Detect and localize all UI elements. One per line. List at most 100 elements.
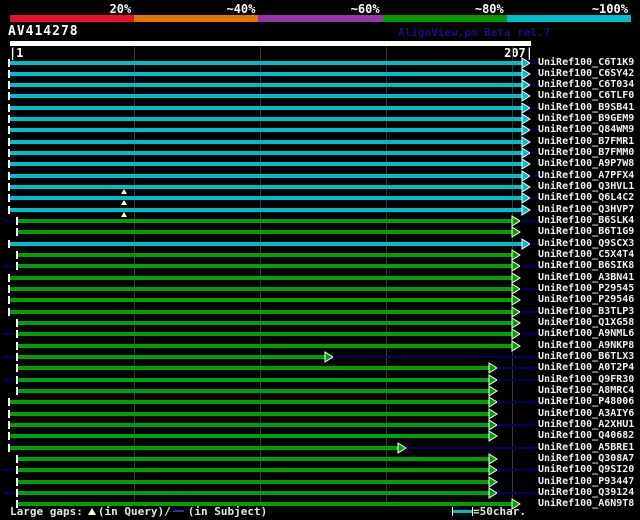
- alignment-bar[interactable]: [18, 253, 512, 258]
- alignment-bar[interactable]: [10, 287, 512, 292]
- alignment-bar[interactable]: [18, 457, 489, 462]
- alignment-bar[interactable]: [10, 173, 522, 178]
- alignment-bar[interactable]: [18, 321, 512, 326]
- hit-label[interactable]: UniRef100_Q40682: [538, 430, 634, 442]
- alignment-bar[interactable]: [18, 366, 489, 371]
- alignment-bar[interactable]: [18, 332, 512, 337]
- subject-overhang-right: [520, 288, 537, 291]
- alignment-bar[interactable]: [18, 377, 489, 382]
- hit-label[interactable]: UniRef100_C6TLF0: [538, 90, 634, 102]
- alignment-bar[interactable]: [10, 434, 489, 439]
- arrow-head-icon: [511, 226, 521, 239]
- identity-scale-segment: [10, 15, 135, 22]
- identity-scale-segment: [382, 15, 507, 22]
- arrow-head-icon: [521, 181, 531, 194]
- alignment-bar[interactable]: [18, 491, 489, 496]
- hit-label[interactable]: UniRef100_Q84WM9: [538, 124, 634, 136]
- hit-label[interactable]: UniRef100_A0T2P4: [538, 362, 634, 374]
- subject-overhang-right: [520, 310, 537, 313]
- hit-label[interactable]: UniRef100_A9P7W8: [538, 158, 634, 170]
- alignment-bar[interactable]: [10, 241, 522, 246]
- identity-scale-label: ~60%: [350, 2, 380, 16]
- alignment-bar[interactable]: [18, 343, 512, 348]
- alignment-bar[interactable]: [10, 411, 489, 416]
- subject-overhang-right: [530, 84, 537, 87]
- hit-label[interactable]: UniRef100_Q9FR30: [538, 374, 634, 386]
- subject-overhang-right: [497, 378, 537, 381]
- alignment-bar[interactable]: [10, 105, 522, 110]
- alignment-bar[interactable]: [10, 275, 512, 280]
- hit-label[interactable]: UniRef100_A5BRE1: [538, 442, 634, 454]
- alignment-row: UniRef100_A9NKP8: [0, 340, 640, 352]
- alignment-bar[interactable]: [10, 151, 522, 156]
- subject-overhang-right: [520, 333, 537, 336]
- hit-label[interactable]: UniRef100_Q9SI20: [538, 464, 634, 476]
- alignment-row: UniRef100_Q6L4C2: [0, 192, 640, 206]
- hit-label[interactable]: UniRef100_A3AIY6: [538, 408, 634, 420]
- alignment-row: UniRef100_B7FMR1: [0, 136, 640, 148]
- hit-label[interactable]: UniRef100_B6T1G9: [538, 226, 634, 238]
- alignment-row: UniRef100_A3AIY6: [0, 408, 640, 420]
- alignment-row: UniRef100_C6TLF0: [0, 90, 640, 103]
- alignment-bar[interactable]: [10, 83, 522, 88]
- alignment-row: UniRef100_B9SB41: [0, 102, 640, 114]
- gap-legend: Large gaps: (in Query)/ (in Subject): [10, 504, 267, 518]
- alignment-row: UniRef100_A9NML6: [0, 328, 640, 341]
- hit-label[interactable]: UniRef100_P29546: [538, 294, 634, 306]
- alignment-bar[interactable]: [10, 162, 522, 167]
- alignment-bar[interactable]: [10, 71, 522, 76]
- alignment-bar[interactable]: [10, 423, 489, 428]
- hit-label[interactable]: UniRef100_B7FMR1: [538, 136, 634, 148]
- identity-scale-bar: [10, 15, 632, 22]
- subject-overhang-right: [530, 174, 537, 177]
- subject-overhang-right: [520, 265, 537, 268]
- alignment-bar[interactable]: [10, 445, 398, 450]
- alignment-row: UniRef100_P93447: [0, 476, 640, 488]
- alignment-bar[interactable]: [18, 230, 512, 235]
- subject-overhang-right: [497, 469, 537, 472]
- hit-label[interactable]: UniRef100_Q6L4C2: [538, 192, 634, 204]
- alignment-bar[interactable]: [10, 298, 512, 303]
- hit-label[interactable]: UniRef100_P48006: [538, 396, 634, 408]
- alignment-bar[interactable]: [10, 128, 522, 133]
- alignment-bar[interactable]: [10, 94, 522, 99]
- alignment-bar[interactable]: [18, 264, 512, 269]
- alignment-bar[interactable]: [18, 468, 489, 473]
- hit-label[interactable]: UniRef100_A9NKP8: [538, 340, 634, 352]
- arrow-head-icon: [511, 271, 521, 284]
- hit-label[interactable]: UniRef100_P93447: [538, 476, 634, 488]
- gap-legend-query: (in Query)/: [97, 504, 171, 518]
- alignment-bar[interactable]: [18, 389, 489, 394]
- alignment-bar[interactable]: [10, 196, 522, 201]
- alignment-bar[interactable]: [18, 479, 489, 484]
- hit-label[interactable]: UniRef100_Q3HVP7: [538, 204, 634, 216]
- alignment-row: UniRef100_A9P7W8: [0, 158, 640, 171]
- alignment-bar[interactable]: [10, 309, 512, 314]
- hit-label[interactable]: UniRef100_A6N9T8: [538, 498, 634, 510]
- arrow-head-icon: [521, 67, 531, 80]
- hit-label[interactable]: UniRef100_B9SB41: [538, 102, 634, 114]
- alignment-bar[interactable]: [10, 185, 522, 190]
- alignment-bar[interactable]: [10, 60, 522, 65]
- hit-label[interactable]: UniRef100_C6T1K9: [538, 57, 634, 69]
- arrow-head-icon: [488, 407, 498, 420]
- scale-legend: =50char.: [452, 504, 526, 518]
- alignment-row: UniRef100_Q9FR30: [0, 374, 640, 386]
- alignment-row: UniRef100_A5BRE1: [0, 442, 640, 454]
- hit-label[interactable]: UniRef100_B3TLP3: [538, 306, 634, 318]
- alignment-bar[interactable]: [18, 219, 512, 224]
- alignment-bar[interactable]: [10, 400, 489, 405]
- alignment-bar[interactable]: [10, 117, 522, 122]
- alignment-bar[interactable]: [10, 207, 522, 212]
- subject-overhang-right: [497, 367, 537, 370]
- alignment-bar[interactable]: [18, 355, 325, 360]
- alignment-bar[interactable]: [10, 139, 522, 144]
- hit-label[interactable]: UniRef100_A3BN41: [538, 272, 634, 284]
- subject-overhang-left: [4, 378, 15, 381]
- hit-label[interactable]: UniRef100_B6SIK8: [538, 260, 634, 272]
- hit-label[interactable]: UniRef100_A7PFX4: [538, 170, 634, 182]
- arrow-head-icon: [521, 113, 531, 126]
- hit-label[interactable]: UniRef100_Q9SCX3: [538, 238, 634, 250]
- subject-overhang-right: [497, 492, 537, 495]
- hit-label[interactable]: UniRef100_A9NML6: [538, 328, 634, 340]
